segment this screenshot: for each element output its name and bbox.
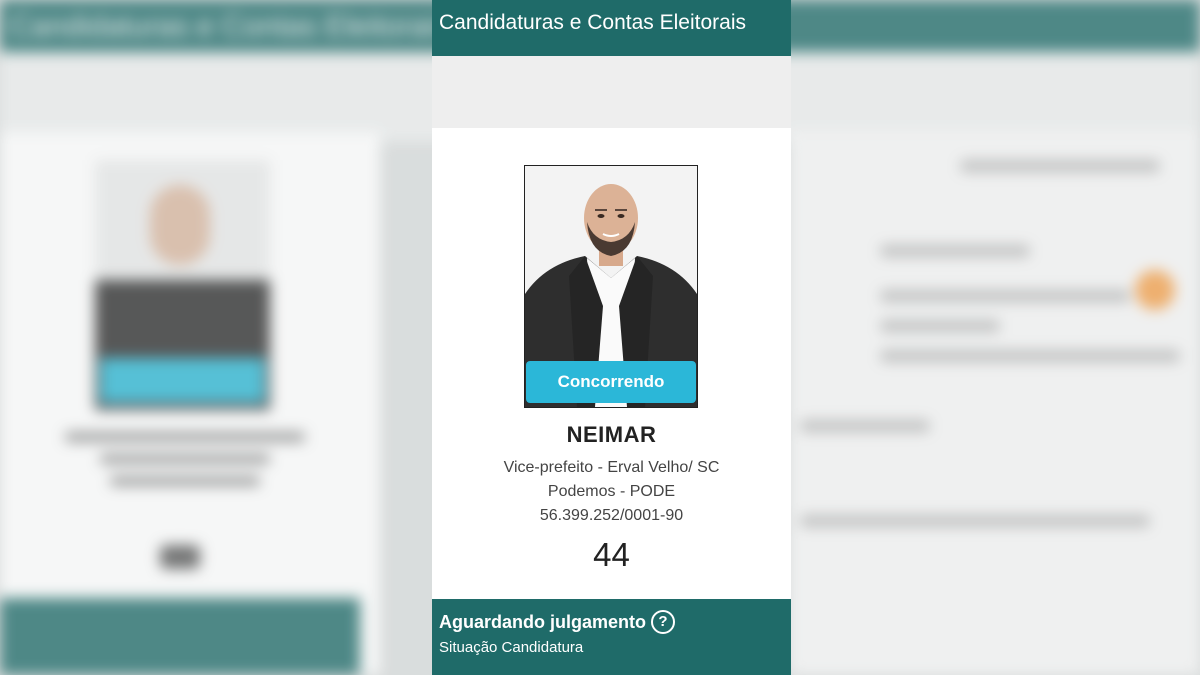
app-header: Candidaturas e Contas Eleitorais: [432, 0, 791, 56]
candidacy-situation-bar: Aguardando julgamento ? Situação Candida…: [432, 599, 791, 675]
candidate-role-location: Vice-prefeito - Erval Velho/ SC: [503, 459, 720, 476]
candidate-name: NEIMAR: [566, 422, 657, 447]
candidate-number: 44: [593, 536, 630, 573]
page-title: Candidaturas e Contas Eleitorais: [439, 11, 747, 34]
candidacy-status-badge: Concorrendo: [526, 361, 696, 403]
situation-subtitle: Situação Candidatura: [439, 639, 584, 656]
situation-title: Aguardando julgamento: [439, 612, 646, 632]
candidate-party: Podemos - PODE: [547, 483, 676, 500]
question-circle-icon[interactable]: ?: [651, 610, 675, 634]
mobile-view: Candidaturas e Contas Eleitorais Concorr…: [432, 0, 791, 675]
candidate-cnpj: 56.399.252/0001-90: [539, 507, 684, 524]
gray-band: [432, 56, 791, 128]
candidate-photo: Concorrendo: [524, 165, 698, 408]
